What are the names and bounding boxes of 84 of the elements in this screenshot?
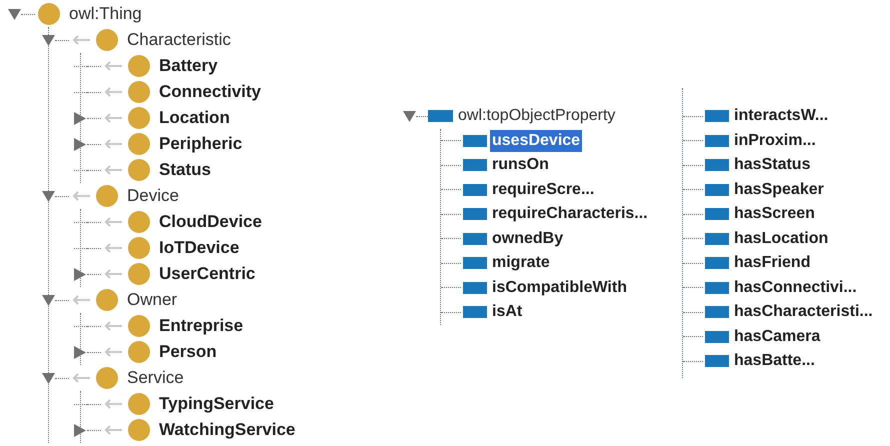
class-label[interactable]: Status [159,157,211,183]
property-label[interactable]: requireCharacteris... [490,203,650,226]
expanded-triangle-icon[interactable] [42,372,55,384]
property-bar-icon [463,257,487,270]
property-bar-icon [705,232,729,245]
class-label[interactable]: Owner [127,287,178,313]
class-label[interactable]: Battery [159,53,218,79]
expanded-triangle-icon[interactable] [403,110,416,122]
class-label[interactable]: owl:Thing [69,1,142,27]
class-label[interactable]: Entreprise [159,313,244,339]
left-arrow-icon [104,243,122,253]
left-arrow-icon [104,165,122,175]
property-label[interactable]: hasSpeaker [732,178,826,201]
property-bar-icon [705,159,729,172]
property-bar-icon [463,134,487,147]
property-label[interactable]: hasCamera [732,326,822,348]
left-arrow-icon [72,35,90,45]
class-label[interactable]: Characteristic [127,27,231,53]
property-label[interactable]: migrate [490,252,552,274]
property-bar-icon [463,159,487,172]
class-label[interactable]: Peripheric [159,131,242,157]
property-label[interactable]: hasFriend [732,252,812,274]
property-label[interactable]: hasStatus [732,154,812,176]
class-label[interactable]: Person [159,339,217,365]
left-arrow-icon [72,373,90,383]
class-label[interactable]: Device [127,183,179,209]
property-bar-icon [705,184,729,196]
left-arrow-icon [104,217,122,227]
property-label[interactable]: hasConnectivi... [732,276,859,299]
collapsed-triangle-icon[interactable] [74,424,87,436]
class-label[interactable]: Service [127,365,184,391]
property-bar-icon [463,208,487,220]
property-bar-icon [705,330,729,343]
class-label[interactable]: Connectivity [159,79,262,105]
left-arrow-icon [72,191,90,201]
class-label[interactable]: CloudDevice [159,209,262,235]
property-label[interactable]: hasScreen [732,203,817,226]
left-arrow-icon [104,399,122,409]
left-arrow-icon [104,61,122,71]
class-label[interactable]: WatchingService [159,417,296,443]
collapsed-triangle-icon[interactable] [74,268,87,280]
property-bar-icon [705,306,729,318]
class-label[interactable]: UserCentric [159,261,256,287]
property-bar-icon [428,110,453,122]
expanded-triangle-icon[interactable] [8,8,21,20]
property-label[interactable]: hasLocation [732,228,830,250]
property-bar-icon [705,257,729,270]
left-arrow-icon [104,347,122,357]
property-label[interactable]: requireScre... [490,178,596,201]
left-arrow-icon [104,113,122,123]
left-arrow-icon [104,139,122,149]
property-label[interactable]: runsOn [490,154,551,176]
expanded-triangle-icon[interactable] [42,190,55,202]
class-label[interactable]: IoTDevice [159,235,240,261]
property-label[interactable]: ownedBy [490,228,566,250]
left-arrow-icon [104,425,122,435]
property-label[interactable]: interactsW... [732,105,830,128]
class-label[interactable]: Location [159,105,230,131]
property-label[interactable]: inProxim... [732,130,818,152]
property-label[interactable]: isCompatibleWith [490,276,629,299]
property-bar-icon [705,110,729,122]
left-arrow-icon [104,269,122,279]
collapsed-triangle-icon[interactable] [74,112,87,124]
property-bar-icon [463,184,487,196]
left-arrow-icon [104,87,122,97]
expanded-triangle-icon[interactable] [42,294,55,306]
property-bar-icon [705,355,729,368]
property-label[interactable]: hasBatte... [732,350,817,372]
property-label[interactable]: isAt [490,301,524,324]
property-bar-icon [705,208,729,220]
property-bar-icon [463,306,487,318]
left-arrow-icon [104,321,122,331]
left-arrow-icon [72,295,90,305]
property-label[interactable]: owl:topObjectProperty [458,104,616,128]
class-label[interactable]: TypingService [159,391,274,417]
property-bar-icon [705,282,729,294]
property-label[interactable]: hasCharacteristi... [732,301,875,324]
collapsed-triangle-icon[interactable] [74,138,87,150]
collapsed-triangle-icon[interactable] [74,346,87,358]
expanded-triangle-icon[interactable] [42,34,55,46]
property-label[interactable]: usesDevice [490,130,582,152]
property-bar-icon [705,134,729,147]
property-bar-icon [463,232,487,245]
property-bar-icon [463,282,487,294]
